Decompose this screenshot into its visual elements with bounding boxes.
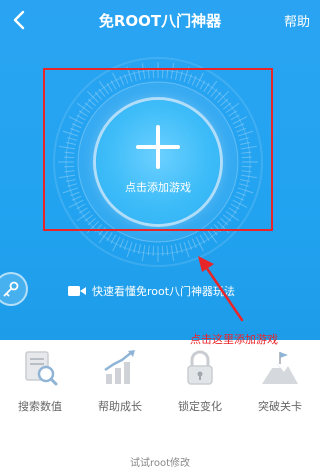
feature-lock-change[interactable]: 锁定变化 xyxy=(160,340,240,420)
search-document-icon xyxy=(25,351,58,386)
ring-tick xyxy=(183,241,190,258)
feature-label: 锁定变化 xyxy=(178,400,222,413)
feature-label: 突破关卡 xyxy=(258,400,302,413)
ring-tick xyxy=(152,245,155,256)
mountain-flag-icon xyxy=(262,352,298,384)
video-camera-icon xyxy=(68,286,86,296)
feature-break-level[interactable]: 突破关卡 xyxy=(240,340,320,420)
feature-row: 搜索数值 帮助成长 锁定变化 突破关卡 xyxy=(0,340,320,430)
top-bar: 免ROOT八门神器 帮助 xyxy=(0,0,320,42)
footer-hint[interactable]: 试试root修改 xyxy=(0,454,320,469)
feature-label: 搜索数值 xyxy=(18,400,62,413)
ring-tick xyxy=(161,245,164,256)
feature-search-value[interactable]: 搜索数值 xyxy=(0,340,80,420)
lock-icon xyxy=(187,350,213,385)
help-button[interactable]: 帮助 xyxy=(284,11,310,30)
back-button[interactable] xyxy=(6,7,32,33)
key-icon xyxy=(3,281,19,297)
page-title: 免ROOT八门神器 xyxy=(98,12,222,30)
highlight-box xyxy=(43,68,273,231)
feature-help-grow[interactable]: 帮助成长 xyxy=(80,340,160,420)
red-arrow-icon xyxy=(198,256,244,322)
ring-tick xyxy=(203,232,210,242)
hero-panel: 点击添加游戏 免ROOT八门神器 帮助 快速看懂免root八门神器玩法 xyxy=(0,0,320,340)
ring-tick xyxy=(106,232,113,242)
growth-chart-icon xyxy=(104,350,135,384)
chevron-left-icon xyxy=(13,10,25,30)
key-button[interactable] xyxy=(0,272,28,306)
ring-tick xyxy=(126,241,133,258)
feature-label: 帮助成长 xyxy=(98,400,142,413)
